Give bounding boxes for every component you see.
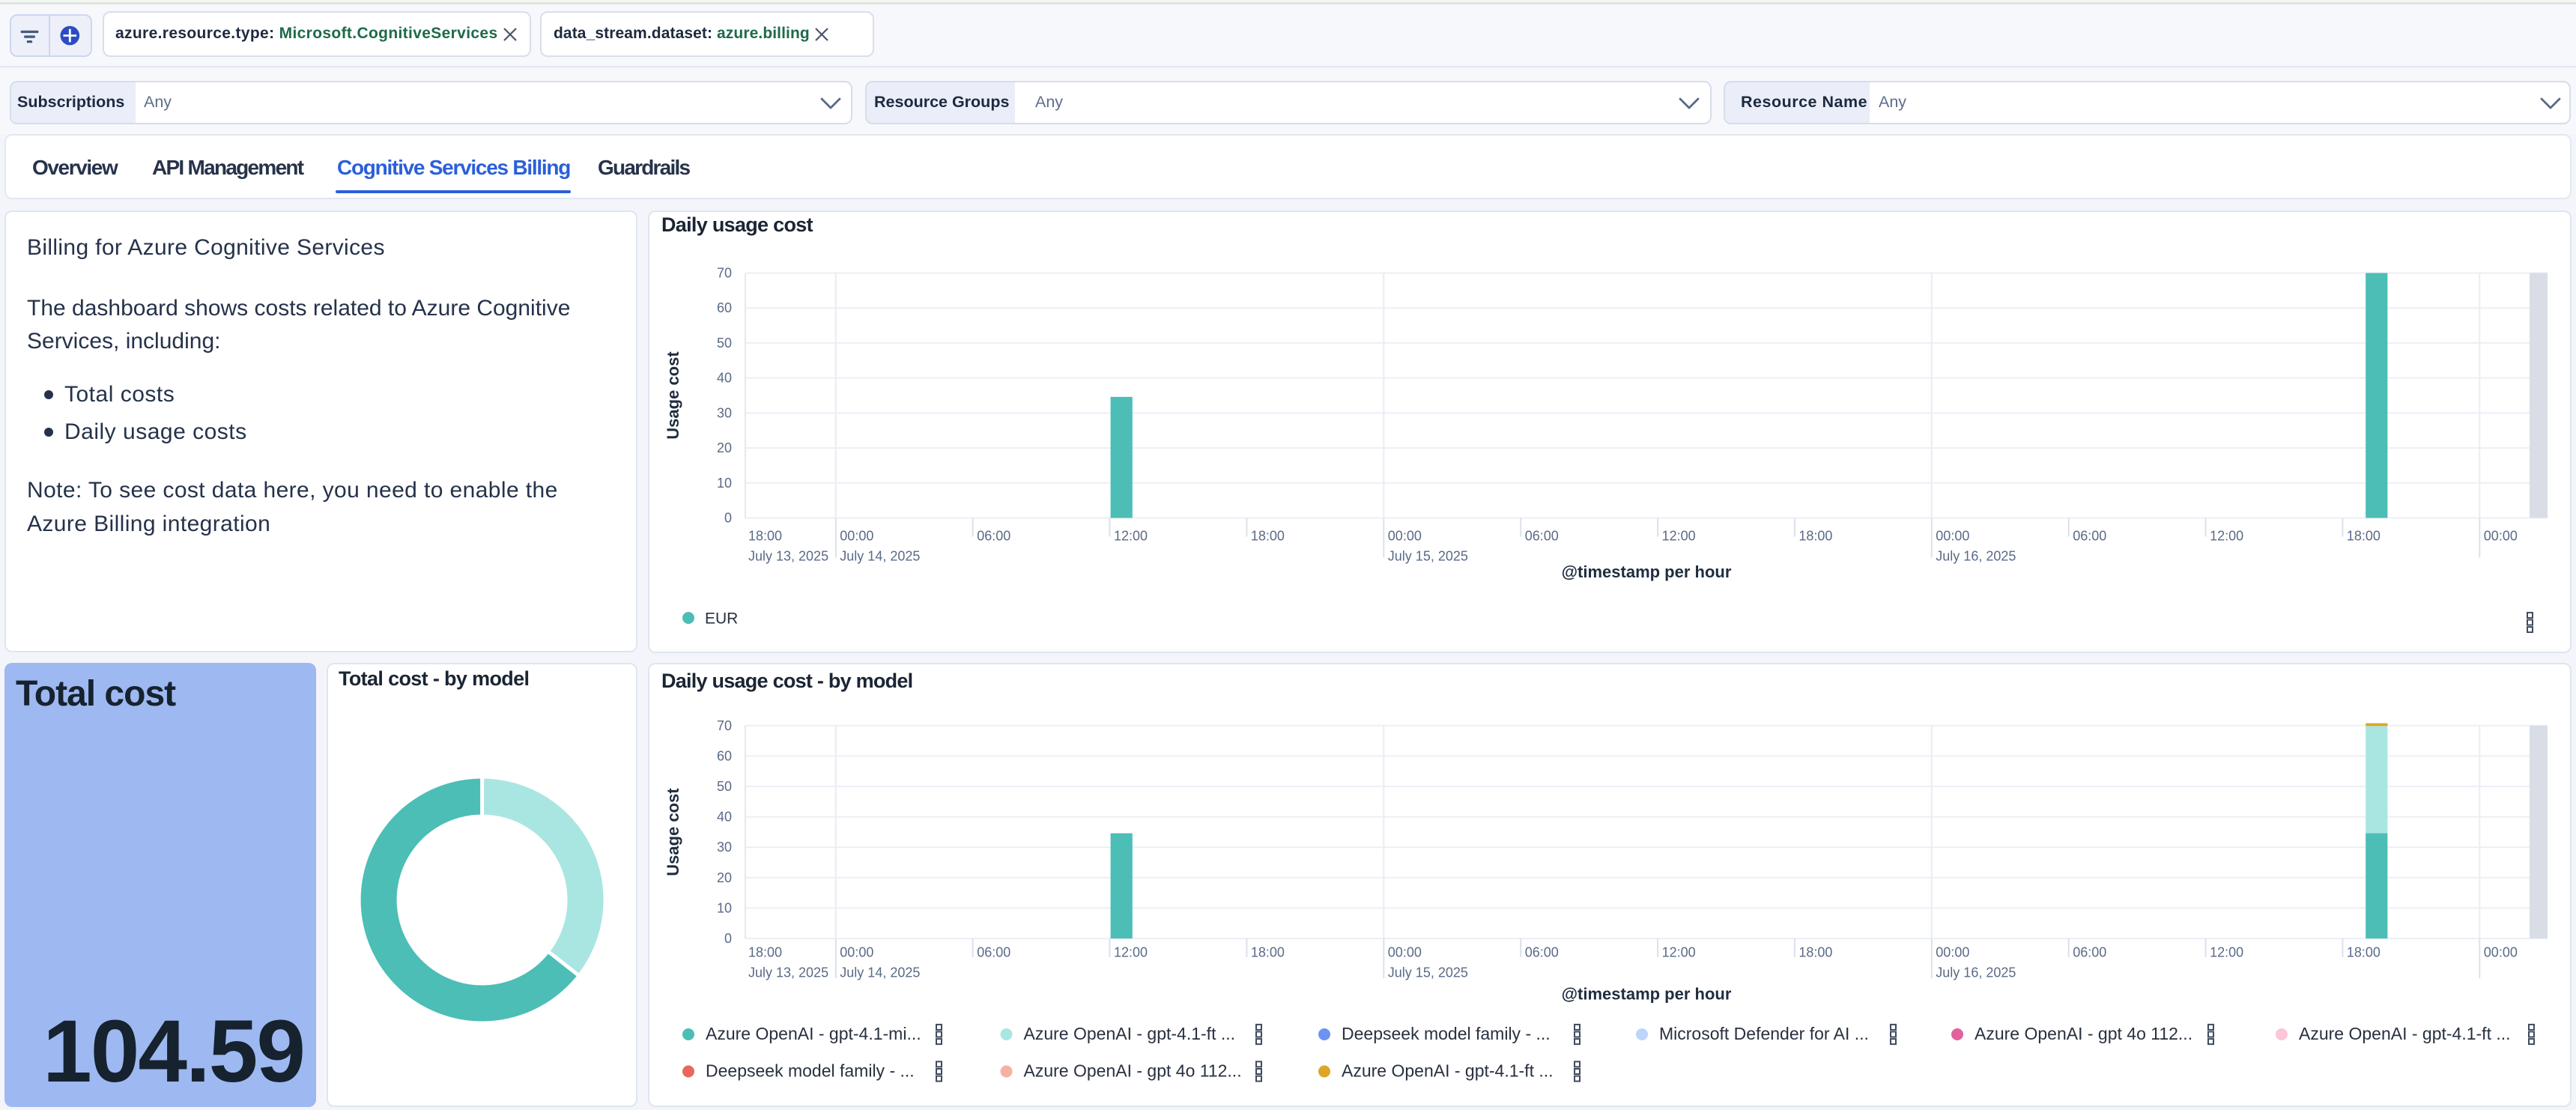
svg-text:July 16, 2025: July 16, 2025	[1936, 965, 2016, 980]
svg-text:00:00: 00:00	[2484, 529, 2518, 544]
svg-text:30: 30	[717, 840, 732, 855]
svg-text:Azure OpenAI - gpt-4.1-ft ...: Azure OpenAI - gpt-4.1-ft ...	[1342, 1061, 1554, 1081]
svg-text:18:00: 18:00	[2347, 945, 2380, 960]
svg-text:0: 0	[724, 931, 732, 946]
svg-text:18:00: 18:00	[1251, 529, 1285, 544]
svg-text:60: 60	[717, 300, 732, 315]
svg-text:00:00: 00:00	[1936, 945, 1969, 960]
svg-text:0: 0	[724, 511, 732, 526]
svg-text:06:00: 06:00	[977, 529, 1010, 544]
svg-text:Azure OpenAI - gpt-4.1-mi...: Azure OpenAI - gpt-4.1-mi...	[706, 1024, 921, 1043]
svg-text:@timestamp per hour: @timestamp per hour	[1562, 562, 1732, 581]
svg-text:Azure OpenAI - gpt-4.1-ft ...: Azure OpenAI - gpt-4.1-ft ...	[2299, 1024, 2511, 1043]
svg-text:July 13, 2025: July 13, 2025	[748, 965, 828, 980]
svg-text:EUR: EUR	[705, 610, 738, 628]
svg-text:30: 30	[717, 405, 732, 420]
svg-text:12:00: 12:00	[1114, 529, 1148, 544]
svg-text:10: 10	[717, 900, 732, 915]
svg-text:00:00: 00:00	[1936, 529, 1969, 544]
svg-text:00:00: 00:00	[840, 529, 873, 544]
svg-text:18:00: 18:00	[1798, 529, 1832, 544]
svg-text:18:00: 18:00	[1251, 945, 1285, 960]
svg-text:40: 40	[717, 810, 732, 825]
svg-text:18:00: 18:00	[748, 945, 782, 960]
svg-text:July 14, 2025: July 14, 2025	[840, 549, 920, 564]
svg-text:18:00: 18:00	[2347, 529, 2380, 544]
svg-text:12:00: 12:00	[2210, 529, 2243, 544]
svg-text:July 13, 2025: July 13, 2025	[748, 549, 828, 564]
svg-text:12:00: 12:00	[1114, 945, 1148, 960]
svg-text:@timestamp per hour: @timestamp per hour	[1562, 985, 1732, 1004]
svg-text:06:00: 06:00	[1525, 945, 1559, 960]
svg-text:00:00: 00:00	[2484, 945, 2518, 960]
svg-text:July 16, 2025: July 16, 2025	[1936, 549, 2016, 564]
svg-text:July 14, 2025: July 14, 2025	[840, 965, 920, 980]
svg-text:July 15, 2025: July 15, 2025	[1388, 965, 1468, 980]
svg-text:06:00: 06:00	[2073, 945, 2106, 960]
svg-text:20: 20	[717, 870, 732, 885]
svg-text:10: 10	[717, 476, 732, 491]
svg-text:Deepseek model family - ...: Deepseek model family - ...	[1342, 1024, 1551, 1043]
svg-text:Usage cost: Usage cost	[664, 351, 682, 440]
svg-text:12:00: 12:00	[1662, 945, 1696, 960]
svg-text:18:00: 18:00	[1798, 945, 1832, 960]
svg-text:40: 40	[717, 371, 732, 386]
svg-text:70: 70	[717, 266, 732, 281]
svg-text:Azure OpenAI - gpt 4o 112...: Azure OpenAI - gpt 4o 112...	[1975, 1024, 2192, 1043]
svg-text:18:00: 18:00	[748, 529, 782, 544]
svg-text:50: 50	[717, 779, 732, 794]
svg-text:60: 60	[717, 748, 732, 763]
svg-text:Azure OpenAI - gpt-4.1-ft ...: Azure OpenAI - gpt-4.1-ft ...	[1024, 1024, 1236, 1043]
svg-text:70: 70	[717, 718, 732, 733]
svg-text:06:00: 06:00	[2073, 529, 2106, 544]
svg-text:12:00: 12:00	[1662, 529, 1696, 544]
svg-text:06:00: 06:00	[977, 945, 1010, 960]
svg-text:12:00: 12:00	[2210, 945, 2243, 960]
svg-text:Azure OpenAI - gpt 4o 112...: Azure OpenAI - gpt 4o 112...	[1024, 1061, 1242, 1081]
svg-text:06:00: 06:00	[1525, 529, 1559, 544]
svg-text:00:00: 00:00	[1388, 529, 1422, 544]
svg-text:Usage cost: Usage cost	[664, 788, 682, 876]
svg-text:00:00: 00:00	[840, 945, 873, 960]
svg-text:50: 50	[717, 336, 732, 351]
svg-text:July 15, 2025: July 15, 2025	[1388, 549, 1468, 564]
svg-text:00:00: 00:00	[1388, 945, 1422, 960]
svg-text:Microsoft Defender for AI ...: Microsoft Defender for AI ...	[1659, 1024, 1869, 1043]
svg-text:Deepseek model family - ...: Deepseek model family - ...	[706, 1061, 915, 1081]
svg-text:20: 20	[717, 440, 732, 455]
